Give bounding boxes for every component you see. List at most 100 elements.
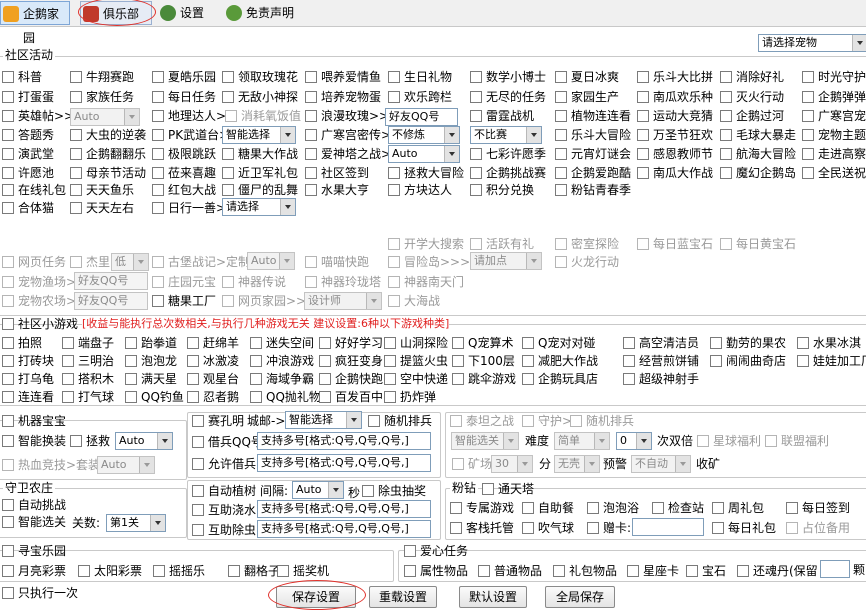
checkbox-label: PK武道台> [168, 128, 230, 142]
global-save-button[interactable]: 全局保存 [545, 586, 615, 608]
checkbox-box [250, 373, 262, 385]
checkbox-box [637, 238, 649, 250]
warn-select[interactable]: 不自动 [631, 455, 691, 473]
difficulty-label: 难度 [525, 434, 550, 448]
checkbox-box [478, 565, 490, 577]
checkbox-box [70, 256, 82, 268]
checkbox-label: 拯救大冒险 [404, 166, 465, 180]
checkbox-box [222, 71, 234, 83]
checkbox-box [388, 295, 400, 307]
pk-arena-select[interactable]: 智能选择 [222, 126, 296, 144]
borrow-input[interactable]: 支持多号[格式:Q号,Q号,Q号,] [257, 432, 431, 450]
competition-select[interactable]: 不比赛 [470, 126, 542, 144]
level-select[interactable]: 第1关 [106, 514, 166, 532]
treasure-checkbox[interactable]: 寻宝乐园 [2, 543, 66, 559]
difficulty-select[interactable]: 简单 [554, 432, 610, 450]
checkbox-label: 太阳彩票 [94, 564, 143, 578]
pet-select[interactable]: 请选择宠物 [758, 34, 866, 52]
checkbox-label: 网页任务 [18, 255, 67, 269]
chevron-down-icon [346, 412, 361, 428]
double-times-select[interactable]: 0 [616, 432, 652, 450]
checkbox-label: 打砖块 [18, 354, 55, 368]
checkbox-box [70, 167, 82, 179]
revive-unit-label: 颗 [853, 563, 866, 577]
checkbox-label: 忍者鹅 [203, 390, 240, 404]
checkbox-box [2, 355, 14, 367]
tab-settings[interactable]: 设置 [158, 1, 216, 25]
fishery-qq-input[interactable]: 好友QQ号 [74, 272, 148, 290]
checkbox-label: 减肥大作战 [538, 354, 599, 368]
checkbox-label: Q宠算术 [468, 336, 514, 350]
checkbox-label: 雷霆战机 [486, 109, 535, 123]
hero-select[interactable]: Auto [70, 108, 140, 126]
checkbox-box [737, 565, 749, 577]
mutual-water-input[interactable]: 支持多号[格式:Q号,Q号,Q号,] [257, 500, 431, 518]
checkbox-box [652, 502, 664, 514]
checkbox-label: 无尽的任务 [486, 90, 547, 104]
romantic-rose-qq-input[interactable]: 好友QQ号 [385, 108, 458, 126]
checkbox-box [153, 565, 165, 577]
checkbox-box [388, 238, 400, 250]
revive-pill-input[interactable] [820, 560, 850, 578]
checkbox-box [2, 110, 14, 122]
checkbox-label: 周礼包 [728, 501, 765, 515]
checkbox-label: 宠物渔场> [18, 275, 77, 289]
tab-penguin-home[interactable]: 企鹅家园 [0, 1, 70, 45]
castle-select[interactable]: Auto [247, 252, 295, 270]
checkbox-label: 社区签到 [321, 166, 370, 180]
home-icon [3, 6, 19, 22]
farm-qq-input[interactable]: 好友QQ号 [74, 292, 148, 310]
checkbox-box [70, 148, 82, 160]
checkbox-label: 家族任务 [86, 90, 135, 104]
web-home-select[interactable]: 设计师 [304, 292, 382, 310]
cupid-tower-select[interactable]: Auto [388, 145, 460, 163]
checkbox-label: 浪漫玫瑰>> [321, 109, 390, 123]
gift-card-input[interactable] [632, 518, 704, 536]
mine-shell-select[interactable]: 无壳 [554, 455, 600, 473]
robot-checkbox[interactable]: 机器宝宝 [2, 413, 66, 429]
tab-disclaimer[interactable]: 免责声明 [224, 1, 304, 25]
warn-label: 预警 [603, 457, 628, 471]
chevron-down-icon [636, 433, 651, 449]
checkbox-box [152, 167, 164, 179]
checkbox-label: 时光守护 [818, 70, 866, 84]
checkbox-label: 运动大竞猜 [653, 109, 714, 123]
sky-tower-checkbox[interactable]: 通天塔 [482, 481, 534, 497]
checkbox-label: 莅来喜趣 [168, 166, 217, 180]
taiba-level-select[interactable]: 智能选关 [451, 432, 519, 450]
chevron-down-icon [280, 127, 295, 143]
mini-games-checkbox[interactable]: 社区小游戏 [2, 316, 78, 332]
arena-select[interactable]: Auto [97, 456, 155, 474]
checkbox-label: 全民送祝 [818, 166, 866, 180]
city-select[interactable]: 智能选择 [285, 411, 362, 429]
good-deed-select[interactable]: 请选择 [222, 198, 296, 216]
mutual-weed-input[interactable]: 支持多号[格式:Q号,Q号,Q号,] [257, 520, 431, 538]
checkbox-label: 七彩许愿季 [486, 147, 547, 161]
allow-borrow-input[interactable]: 支持多号[格式:Q号,Q号,Q号,] [257, 454, 431, 472]
checkbox-label: 水果大亨 [321, 183, 370, 197]
chevron-down-icon [675, 456, 690, 472]
guanghan-select[interactable]: 不修炼 [388, 126, 460, 144]
mine-interval-select[interactable]: 30 [491, 455, 533, 473]
interval-label: 间隔: [260, 484, 289, 498]
checkbox-label: 喵喵快跑 [321, 255, 370, 269]
checkbox-box [62, 391, 74, 403]
interval-select[interactable]: Auto [292, 481, 344, 499]
checkbox-box [222, 295, 234, 307]
checkbox-label: 空中快递 [400, 372, 449, 386]
jerry-select[interactable]: 低 [111, 253, 149, 271]
checkbox-label: Q宠对对碰 [538, 336, 596, 350]
checkbox-label: 家园生产 [571, 90, 620, 104]
checkbox-box [125, 391, 137, 403]
default-button[interactable]: 默认设置 [459, 586, 527, 608]
checkbox-box [152, 110, 164, 122]
checkbox-label: QQ钓鱼 [141, 390, 184, 404]
highlight-circle [268, 580, 366, 610]
rescue-select[interactable]: Auto [115, 432, 173, 450]
reload-button[interactable]: 重载设置 [369, 586, 437, 608]
checkbox-label: 企鹅快跑 [335, 372, 384, 386]
love-checkbox[interactable]: 爱心任务 [404, 543, 468, 559]
adventure-select[interactable]: 请加点 [470, 252, 542, 270]
checkbox-label: 疯狂变身 [335, 354, 384, 368]
checkbox-box [319, 391, 331, 403]
